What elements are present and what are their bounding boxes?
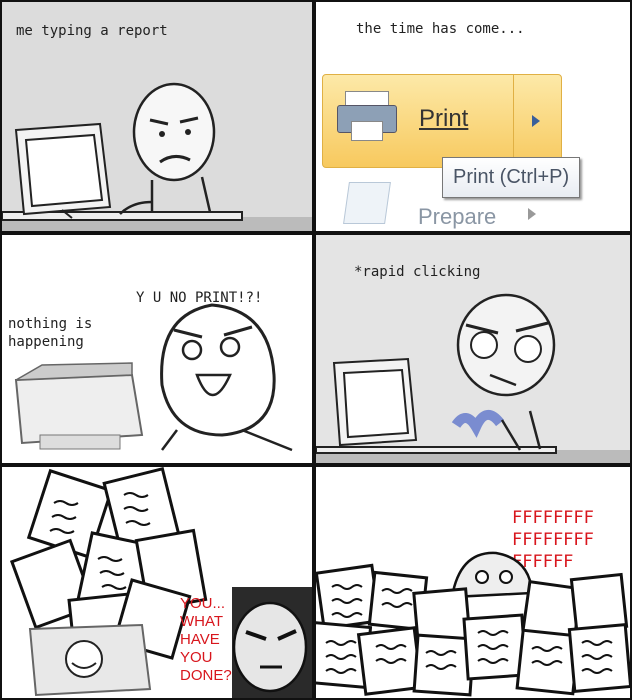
- printer-icon: [337, 91, 397, 141]
- pencil-icon: [343, 182, 391, 224]
- panel-buried-in-paper: FFFFFFFF FFFFFFFF FFFFFF: [316, 467, 630, 698]
- submenu-arrow-icon[interactable]: [513, 75, 562, 167]
- red-caption: YOU... WHAT HAVE YOU DONE?: [180, 595, 232, 684]
- rage-clicking-drawing: [316, 293, 630, 463]
- submenu-arrow-icon[interactable]: [528, 208, 536, 220]
- panel-caption: the time has come...: [356, 21, 525, 37]
- print-menu-item[interactable]: Print: [322, 74, 562, 168]
- paper-pile-drawing: [316, 551, 630, 697]
- prepare-label: Prepare: [418, 204, 497, 229]
- panel-y-u-no-print: nothing is happening Y U NO PRINT!?!: [2, 235, 312, 463]
- print-label: Print: [419, 105, 469, 132]
- panel-typing-report: me typing a report: [2, 2, 312, 231]
- panel-print-menu: the time has come... Print Prepare Print…: [316, 2, 630, 231]
- panel-rapid-clicking: *rapid clicking: [316, 235, 630, 463]
- flying-papers-drawing: [9, 467, 312, 698]
- rage-comic: me typing a report the time has come... …: [0, 0, 632, 700]
- computer-guy-drawing: [2, 82, 312, 231]
- print-tooltip: Print (Ctrl+P): [442, 157, 581, 198]
- printer-and-yuno-face: [14, 303, 293, 452]
- panel-what-have-you-done: YOU... WHAT HAVE YOU DONE?: [2, 467, 312, 698]
